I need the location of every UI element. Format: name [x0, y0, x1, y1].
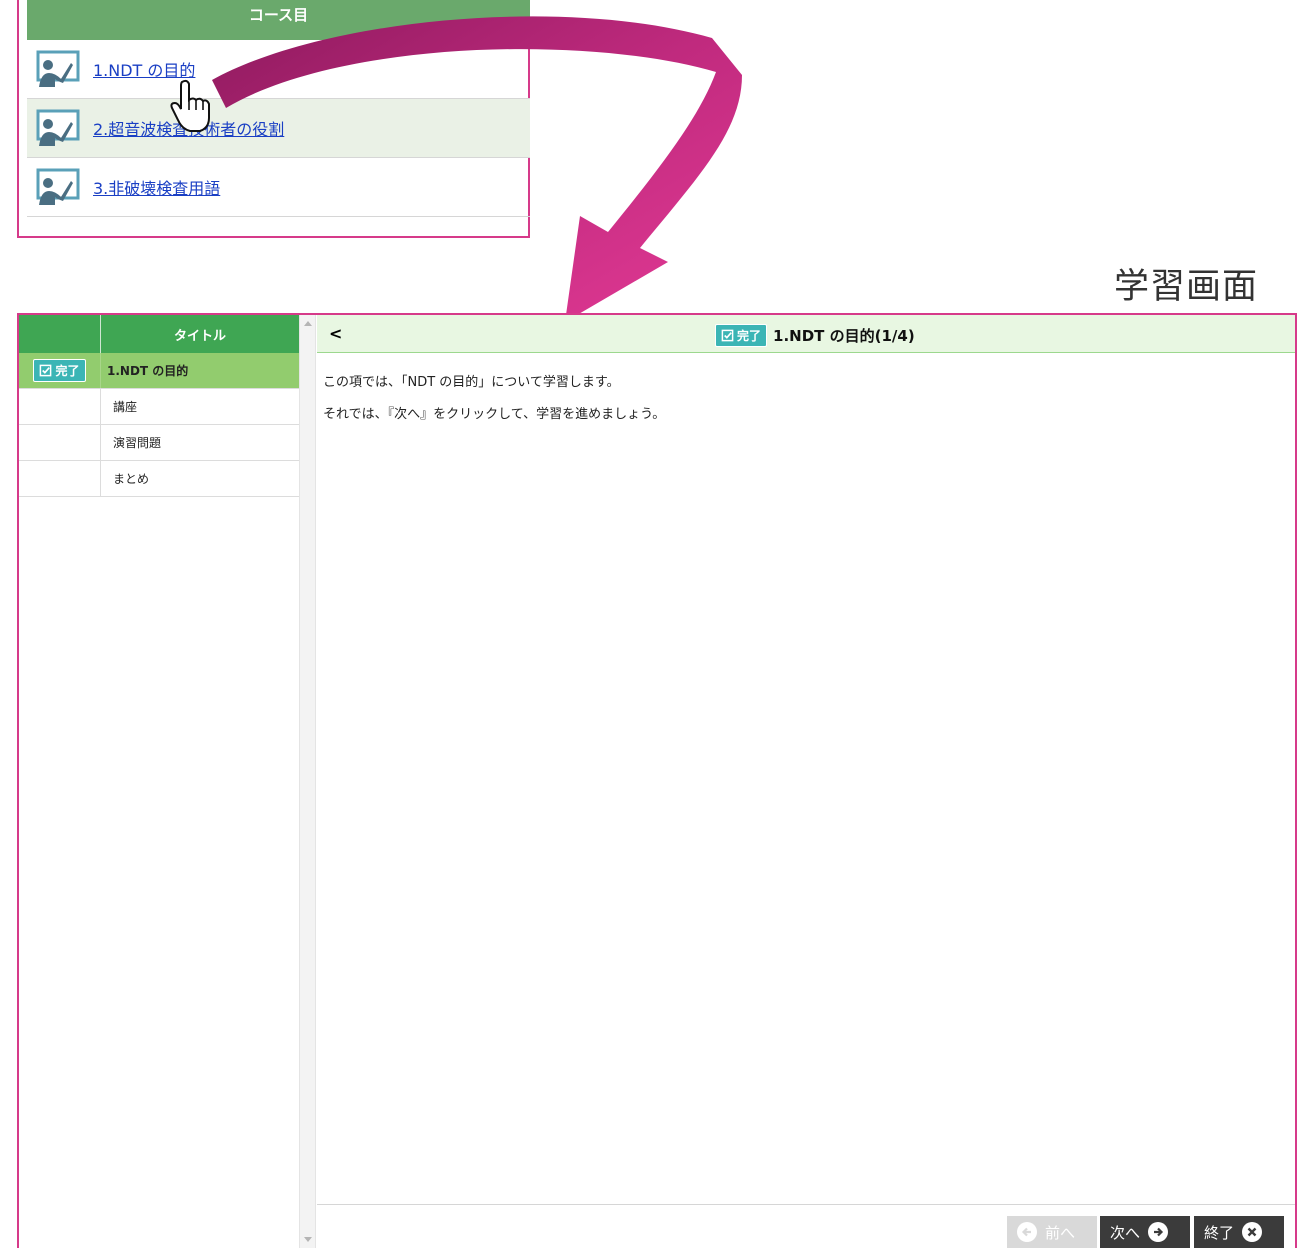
- complete-badge: 完了: [33, 359, 86, 382]
- content-footer: 前へ 次へ 終了: [317, 1204, 1295, 1248]
- sidebar-item-label: 1.NDT の目的: [107, 364, 189, 378]
- scroll-up-icon[interactable]: [304, 321, 312, 326]
- content-title-group: 完了 1.NDT の目的(1/4): [715, 324, 915, 347]
- prev-button[interactable]: 前へ: [1007, 1216, 1097, 1248]
- arrow-right-icon: [1148, 1222, 1169, 1242]
- complete-badge: 完了: [715, 324, 768, 347]
- back-button[interactable]: <: [329, 324, 342, 343]
- sidebar-item-ndt-purpose[interactable]: 完了 1.NDT の目的: [19, 353, 299, 389]
- checkbox-icon: [721, 329, 734, 342]
- sidebar: タイトル 完了 1.NDT の目的 講座 演習問題 まとめ: [19, 315, 299, 1248]
- course-item[interactable]: 2.超音波検査技術者の役割: [27, 99, 530, 158]
- sidebar-header: タイトル: [19, 315, 299, 353]
- content-pane: < 完了 1.NDT の目的(1/4) この項では、「NDT の目的」について学…: [317, 315, 1295, 1248]
- sidebar-scrollbar[interactable]: [299, 315, 316, 1248]
- sidebar-item-label: 演習問題: [113, 436, 162, 450]
- sidebar-item-lecture[interactable]: 講座: [19, 389, 299, 425]
- sidebar-item-summary[interactable]: まとめ: [19, 461, 299, 497]
- course-item[interactable]: 1.NDT の目的: [27, 40, 530, 99]
- lecture-icon: [36, 109, 80, 146]
- sidebar-item-label: まとめ: [113, 472, 150, 486]
- arrow-left-icon: [1017, 1222, 1037, 1242]
- close-icon: [1242, 1222, 1263, 1242]
- course-list-header: コース目: [27, 0, 530, 40]
- sidebar-item-label: 講座: [113, 400, 138, 414]
- end-button[interactable]: 終了: [1194, 1216, 1284, 1248]
- sidebar-item-exercise[interactable]: 演習問題: [19, 425, 299, 461]
- lecture-icon: [36, 168, 80, 205]
- content-header: < 完了 1.NDT の目的(1/4): [317, 315, 1295, 353]
- sidebar-title: タイトル: [173, 328, 226, 344]
- content-line: それでは、『次へ』をクリックして、学習を進めましょう。: [323, 407, 666, 422]
- course-link-3[interactable]: 3.非破壊検査用語: [93, 175, 220, 199]
- screen-title: 学習画面: [1114, 267, 1259, 307]
- hand-cursor-icon: [170, 79, 210, 132]
- study-screen: タイトル 完了 1.NDT の目的 講座 演習問題 まとめ < 完了 1.NDT…: [17, 313, 1297, 1248]
- page-title: 1.NDT の目的(1/4): [773, 327, 915, 345]
- content-body: この項では、「NDT の目的」について学習します。 それでは、『次へ』をクリック…: [317, 353, 1295, 445]
- next-button[interactable]: 次へ: [1100, 1216, 1190, 1248]
- course-item[interactable]: 3.非破壊検査用語: [27, 158, 530, 217]
- content-line: この項では、「NDT の目的」について学習します。: [323, 375, 620, 390]
- course-list-panel: コース目 1.NDT の目的 2.超音波検査技術者の役割 3.非破壊検査用語: [17, 0, 530, 238]
- scroll-down-icon[interactable]: [304, 1237, 312, 1242]
- lecture-icon: [36, 50, 80, 87]
- checkbox-icon: [40, 364, 52, 377]
